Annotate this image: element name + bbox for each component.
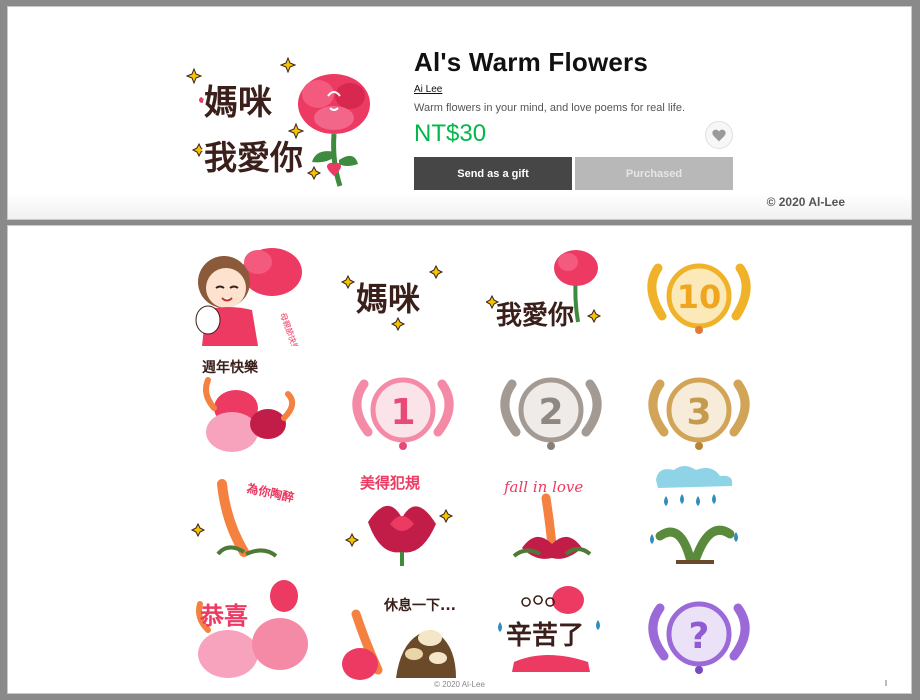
sticker-rest-text: 休息一下... bbox=[383, 597, 456, 614]
sticker-number-2[interactable]: 2 bbox=[486, 350, 616, 458]
sticker-hard-work[interactable]: 辛苦了 bbox=[486, 574, 616, 682]
sticker-number-2-text: 2 bbox=[538, 392, 563, 433]
sticker-question-image: ? bbox=[648, 601, 750, 674]
heart-icon bbox=[712, 129, 726, 141]
sticker-fall-in-love-text: fall in love bbox=[503, 478, 583, 496]
sticker-number-10[interactable]: 10 bbox=[634, 238, 764, 346]
sticker-number-10-image: 10 bbox=[647, 263, 751, 334]
sticker-number-3-text: 3 bbox=[686, 392, 711, 433]
sticker-question-text: ? bbox=[689, 616, 710, 657]
product-title: Al's Warm Flowers bbox=[414, 47, 649, 77]
sticker-mommy-image: 媽咪 bbox=[340, 264, 444, 332]
sticker-rest[interactable]: 休息一下... bbox=[338, 574, 468, 682]
sticker-fall-in-love-image: fall in love bbox=[503, 478, 592, 559]
sticker-for-you[interactable]: 為你陶醉 bbox=[188, 462, 318, 570]
sticker-congrats-text: 恭喜 bbox=[199, 602, 248, 630]
favorite-button[interactable] bbox=[705, 121, 733, 149]
sticker-rest-image: 休息一下... bbox=[342, 597, 456, 680]
sticker-anniversary[interactable]: 週年快樂 bbox=[188, 350, 318, 458]
product-header-panel: 媽咪 媽咪 我愛你 我愛你 Al's Warm Flowers Ai Lee W… bbox=[7, 6, 912, 220]
sticker-number-3[interactable]: 3 bbox=[634, 350, 764, 458]
sticker-question[interactable]: ? bbox=[634, 574, 764, 682]
sticker-beautiful-image: 美得犯規 bbox=[344, 474, 454, 566]
sticker-number-10-text: 10 bbox=[677, 278, 722, 316]
author-link[interactable]: Ai Lee bbox=[414, 84, 442, 95]
sticker-anniversary-text: 週年快樂 bbox=[202, 359, 259, 376]
sticker-i-love-you[interactable]: 我愛你 bbox=[484, 238, 616, 346]
product-price: NT$30 bbox=[414, 120, 487, 147]
main-sticker-line1-fill: 媽咪 bbox=[204, 83, 272, 123]
sticker-beautiful-text: 美得犯規 bbox=[360, 474, 420, 492]
sticker-number-2-image: 2 bbox=[500, 377, 602, 450]
sticker-for-you-text: 為你陶醉 bbox=[245, 480, 295, 505]
sticker-hard-work-image: 辛苦了 bbox=[498, 586, 600, 672]
main-sticker-image: 媽咪 媽咪 我愛你 我愛你 bbox=[185, 56, 370, 187]
sticker-i-love-you-text: 我愛你 bbox=[496, 301, 574, 331]
sticker-rain-plant[interactable] bbox=[634, 462, 764, 570]
sticker-beautiful[interactable]: 美得犯規 bbox=[338, 462, 468, 570]
scroll-indicator bbox=[885, 680, 887, 686]
header-copyright: © 2020 Al-Lee bbox=[766, 195, 845, 209]
sticker-for-you-image: 為你陶醉 bbox=[190, 479, 295, 558]
sticker-girl-rabbit-image: 母親節快樂 bbox=[195, 248, 302, 352]
main-sticker-line2-fill: 我愛你 bbox=[204, 138, 303, 177]
sticker-fall-in-love[interactable]: fall in love bbox=[486, 462, 616, 570]
send-gift-button[interactable]: Send as a gift bbox=[414, 157, 572, 190]
sticker-mommy[interactable]: 媽咪 bbox=[338, 238, 468, 346]
sticker-mommy-text: 媽咪 bbox=[356, 280, 420, 318]
sticker-girl-rabbit[interactable]: 母親節快樂 bbox=[188, 238, 318, 352]
sticker-congrats-image: 恭喜 bbox=[196, 580, 308, 678]
sticker-number-3-image: 3 bbox=[648, 377, 750, 450]
sticker-rain-plant-image bbox=[650, 466, 738, 564]
sticker-i-love-you-image: 我愛你 bbox=[484, 250, 602, 331]
sticker-congrats[interactable]: 恭喜 bbox=[188, 574, 318, 682]
sticker-number-1-image: 1 bbox=[352, 377, 454, 450]
product-description: Warm flowers in your mind, and love poem… bbox=[414, 102, 686, 114]
footer-copyright: © 2020 Al-Lee bbox=[434, 680, 485, 689]
sticker-number-1-text: 1 bbox=[390, 392, 415, 433]
sticker-girl-rabbit-text: 母親節快樂 bbox=[278, 311, 301, 346]
purchased-button: Purchased bbox=[575, 157, 733, 190]
sticker-number-1[interactable]: 1 bbox=[338, 350, 468, 458]
sticker-anniversary-image: 週年快樂 bbox=[202, 359, 296, 452]
carnation-flower-icon bbox=[298, 74, 370, 187]
sticker-hard-work-text: 辛苦了 bbox=[506, 620, 584, 651]
sticker-grid-panel: 母親節快樂 媽咪 我愛你 10 週年快樂 1 2 3 為你陶醉 美得犯規 fal… bbox=[7, 225, 912, 694]
